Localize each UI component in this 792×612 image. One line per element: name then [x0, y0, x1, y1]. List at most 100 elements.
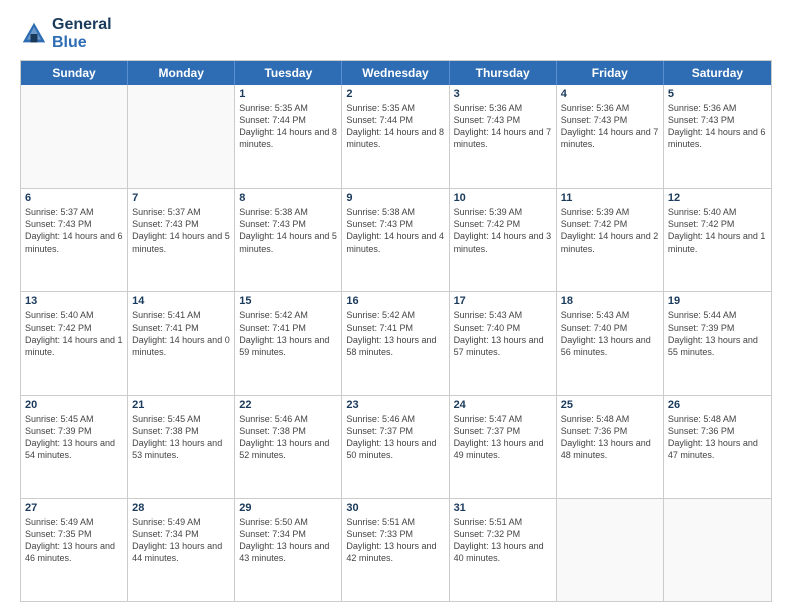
calendar-cell-day-31: 31 Sunrise: 5:51 AM Sunset: 7:32 PM Dayli… — [450, 499, 557, 601]
day-number: 9 — [346, 192, 444, 204]
calendar-body: 1 Sunrise: 5:35 AM Sunset: 7:44 PM Daylig… — [21, 85, 771, 601]
cell-info: Sunrise: 5:51 AM Sunset: 7:32 PM Dayligh… — [454, 516, 552, 565]
calendar-cell-day-9: 9Sunrise: 5:38 AM Sunset: 7:43 PM Daylig… — [342, 189, 449, 291]
header: General Blue — [20, 16, 772, 52]
weekday-header-tuesday: Tuesday — [235, 61, 342, 85]
cell-info: Sunrise: 5:38 AM Sunset: 7:43 PM Dayligh… — [239, 206, 337, 255]
cell-info: Sunrise: 5:45 AM Sunset: 7:39 PM Dayligh… — [25, 413, 123, 462]
calendar-cell-day-21: 21Sunrise: 5:45 AM Sunset: 7:38 PM Dayli… — [128, 396, 235, 498]
calendar-row-2: 6Sunrise: 5:37 AM Sunset: 7:43 PM Daylig… — [21, 188, 771, 291]
logo: General Blue — [20, 16, 112, 52]
cell-info: Sunrise: 5:42 AM Sunset: 7:41 PM Dayligh… — [239, 309, 337, 358]
cell-info: Sunrise: 5:48 AM Sunset: 7:36 PM Dayligh… — [668, 413, 767, 462]
calendar-cell-day-28: 28 Sunrise: 5:49 AM Sunset: 7:34 PM Dayli… — [128, 499, 235, 601]
cell-info: Sunrise: 5:42 AM Sunset: 7:41 PM Dayligh… — [346, 309, 444, 358]
weekday-header-wednesday: Wednesday — [342, 61, 449, 85]
cell-info: Sunrise: 5:36 AM Sunset: 7:43 PM Dayligh… — [668, 102, 767, 151]
weekday-header-monday: Monday — [128, 61, 235, 85]
cell-info: Sunrise: 5:50 AM Sunset: 7:34 PM Dayligh… — [239, 516, 337, 565]
cell-info: Sunrise: 5:47 AM Sunset: 7:37 PM Dayligh… — [454, 413, 552, 462]
cell-info: Sunrise: 5:46 AM Sunset: 7:37 PM Dayligh… — [346, 413, 444, 462]
calendar-header: SundayMondayTuesdayWednesdayThursdayFrid… — [21, 61, 771, 85]
day-number: 16 — [346, 295, 444, 307]
calendar-cell-empty — [557, 499, 664, 601]
day-number: 8 — [239, 192, 337, 204]
calendar-cell-day-3: 3 Sunrise: 5:36 AM Sunset: 7:43 PM Daylig… — [450, 85, 557, 188]
calendar: SundayMondayTuesdayWednesdayThursdayFrid… — [20, 60, 772, 602]
calendar-row-5: 27 Sunrise: 5:49 AM Sunset: 7:35 PM Dayli… — [21, 498, 771, 601]
cell-info: Sunrise: 5:39 AM Sunset: 7:42 PM Dayligh… — [561, 206, 659, 255]
cell-info: Sunrise: 5:49 AM Sunset: 7:34 PM Dayligh… — [132, 516, 230, 565]
cell-info: Sunrise: 5:35 AM Sunset: 7:44 PM Dayligh… — [239, 102, 337, 151]
day-number: 31 — [454, 502, 552, 514]
day-number: 27 — [25, 502, 123, 514]
calendar-cell-empty — [128, 85, 235, 188]
calendar-row-3: 13Sunrise: 5:40 AM Sunset: 7:42 PM Dayli… — [21, 291, 771, 394]
calendar-cell-day-18: 18 Sunrise: 5:43 AM Sunset: 7:40 PM Dayli… — [557, 292, 664, 394]
day-number: 13 — [25, 295, 123, 307]
calendar-cell-empty — [21, 85, 128, 188]
calendar-cell-day-19: 19 Sunrise: 5:44 AM Sunset: 7:39 PM Dayli… — [664, 292, 771, 394]
calendar-cell-day-14: 14 Sunrise: 5:41 AM Sunset: 7:41 PM Dayli… — [128, 292, 235, 394]
day-number: 10 — [454, 192, 552, 204]
calendar-cell-day-25: 25 Sunrise: 5:48 AM Sunset: 7:36 PM Dayli… — [557, 396, 664, 498]
cell-info: Sunrise: 5:45 AM Sunset: 7:38 PM Dayligh… — [132, 413, 230, 462]
calendar-cell-day-2: 2 Sunrise: 5:35 AM Sunset: 7:44 PM Daylig… — [342, 85, 449, 188]
logo-icon — [20, 20, 48, 48]
day-number: 18 — [561, 295, 659, 307]
calendar-cell-day-22: 22Sunrise: 5:46 AM Sunset: 7:38 PM Dayli… — [235, 396, 342, 498]
weekday-header-sunday: Sunday — [21, 61, 128, 85]
page: General Blue SundayMondayTuesdayWednesda… — [0, 0, 792, 612]
cell-info: Sunrise: 5:37 AM Sunset: 7:43 PM Dayligh… — [132, 206, 230, 255]
day-number: 29 — [239, 502, 337, 514]
calendar-cell-day-1: 1 Sunrise: 5:35 AM Sunset: 7:44 PM Daylig… — [235, 85, 342, 188]
calendar-cell-day-20: 20 Sunrise: 5:45 AM Sunset: 7:39 PM Dayli… — [21, 396, 128, 498]
day-number: 22 — [239, 399, 337, 411]
day-number: 28 — [132, 502, 230, 514]
cell-info: Sunrise: 5:40 AM Sunset: 7:42 PM Dayligh… — [668, 206, 767, 255]
day-number: 14 — [132, 295, 230, 307]
calendar-cell-day-5: 5 Sunrise: 5:36 AM Sunset: 7:43 PM Daylig… — [664, 85, 771, 188]
calendar-cell-day-7: 7 Sunrise: 5:37 AM Sunset: 7:43 PM Daylig… — [128, 189, 235, 291]
calendar-cell-day-13: 13Sunrise: 5:40 AM Sunset: 7:42 PM Dayli… — [21, 292, 128, 394]
day-number: 19 — [668, 295, 767, 307]
calendar-cell-day-27: 27 Sunrise: 5:49 AM Sunset: 7:35 PM Dayli… — [21, 499, 128, 601]
cell-info: Sunrise: 5:36 AM Sunset: 7:43 PM Dayligh… — [454, 102, 552, 151]
day-number: 30 — [346, 502, 444, 514]
calendar-cell-day-24: 24Sunrise: 5:47 AM Sunset: 7:37 PM Dayli… — [450, 396, 557, 498]
logo-text: General Blue — [52, 16, 112, 52]
calendar-cell-day-6: 6Sunrise: 5:37 AM Sunset: 7:43 PM Daylig… — [21, 189, 128, 291]
day-number: 1 — [239, 88, 337, 100]
day-number: 15 — [239, 295, 337, 307]
calendar-cell-day-30: 30 Sunrise: 5:51 AM Sunset: 7:33 PM Dayli… — [342, 499, 449, 601]
calendar-cell-day-17: 17Sunrise: 5:43 AM Sunset: 7:40 PM Dayli… — [450, 292, 557, 394]
calendar-cell-day-15: 15 Sunrise: 5:42 AM Sunset: 7:41 PM Dayli… — [235, 292, 342, 394]
cell-info: Sunrise: 5:35 AM Sunset: 7:44 PM Dayligh… — [346, 102, 444, 151]
weekday-header-friday: Friday — [557, 61, 664, 85]
cell-info: Sunrise: 5:44 AM Sunset: 7:39 PM Dayligh… — [668, 309, 767, 358]
day-number: 2 — [346, 88, 444, 100]
calendar-row-1: 1 Sunrise: 5:35 AM Sunset: 7:44 PM Daylig… — [21, 85, 771, 188]
calendar-cell-day-29: 29 Sunrise: 5:50 AM Sunset: 7:34 PM Dayli… — [235, 499, 342, 601]
day-number: 17 — [454, 295, 552, 307]
cell-info: Sunrise: 5:51 AM Sunset: 7:33 PM Dayligh… — [346, 516, 444, 565]
day-number: 23 — [346, 399, 444, 411]
cell-info: Sunrise: 5:43 AM Sunset: 7:40 PM Dayligh… — [561, 309, 659, 358]
calendar-cell-day-10: 10 Sunrise: 5:39 AM Sunset: 7:42 PM Dayli… — [450, 189, 557, 291]
day-number: 7 — [132, 192, 230, 204]
cell-info: Sunrise: 5:41 AM Sunset: 7:41 PM Dayligh… — [132, 309, 230, 358]
cell-info: Sunrise: 5:49 AM Sunset: 7:35 PM Dayligh… — [25, 516, 123, 565]
day-number: 25 — [561, 399, 659, 411]
cell-info: Sunrise: 5:48 AM Sunset: 7:36 PM Dayligh… — [561, 413, 659, 462]
calendar-row-4: 20 Sunrise: 5:45 AM Sunset: 7:39 PM Dayli… — [21, 395, 771, 498]
calendar-cell-day-4: 4Sunrise: 5:36 AM Sunset: 7:43 PM Daylig… — [557, 85, 664, 188]
calendar-cell-day-12: 12Sunrise: 5:40 AM Sunset: 7:42 PM Dayli… — [664, 189, 771, 291]
cell-info: Sunrise: 5:37 AM Sunset: 7:43 PM Dayligh… — [25, 206, 123, 255]
day-number: 11 — [561, 192, 659, 204]
day-number: 20 — [25, 399, 123, 411]
calendar-cell-day-11: 11 Sunrise: 5:39 AM Sunset: 7:42 PM Dayli… — [557, 189, 664, 291]
day-number: 5 — [668, 88, 767, 100]
day-number: 3 — [454, 88, 552, 100]
day-number: 4 — [561, 88, 659, 100]
cell-info: Sunrise: 5:39 AM Sunset: 7:42 PM Dayligh… — [454, 206, 552, 255]
